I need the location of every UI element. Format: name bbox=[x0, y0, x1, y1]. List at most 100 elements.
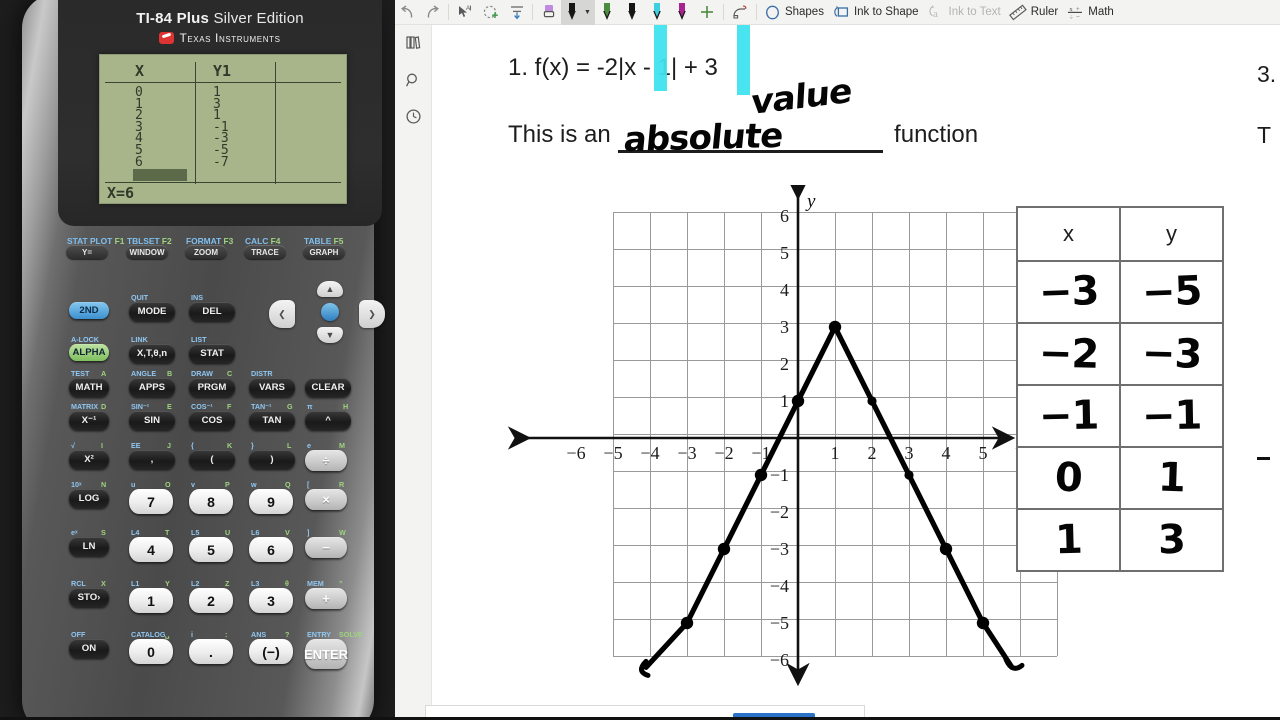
toolbar-redo-button[interactable] bbox=[420, 0, 445, 25]
toolbar-pen-magenta-button[interactable] bbox=[670, 0, 695, 25]
toolbar-undo-button[interactable] bbox=[395, 0, 420, 25]
toolbar-pen-cyan-button[interactable] bbox=[645, 0, 670, 25]
calckey--button: − bbox=[305, 537, 347, 558]
calckey--button: , bbox=[129, 450, 175, 469]
calckey-secondary-label: √ bbox=[71, 441, 75, 450]
toolbar-add-selection-button[interactable] bbox=[478, 0, 504, 25]
calckey-vars-button: VARS bbox=[249, 378, 295, 397]
ink-toolbar: A ▼ Shapes Ink to Shape a Ink to Text Ruler x + ÷… bbox=[395, 0, 1280, 25]
calckey-secondary-label: DRAW bbox=[191, 369, 213, 378]
calculator-dpad: ▲ ❮ ❯ ▼ bbox=[269, 281, 385, 343]
y-tick-label: −5 bbox=[770, 613, 789, 633]
calckey-secondary-label: i bbox=[191, 630, 193, 639]
handwritten-value: −3 bbox=[1141, 330, 1202, 378]
calckey-secondary-label: INS bbox=[191, 293, 203, 302]
pen-icon bbox=[650, 2, 664, 22]
calckey-log-button: LOG bbox=[69, 489, 109, 508]
toolbar-ink-to-shape-button[interactable]: Ink to Shape bbox=[828, 0, 923, 25]
calckey-5-button: 5 bbox=[189, 537, 233, 562]
calckey-alpha-label: SOLVE bbox=[339, 630, 363, 639]
y-tick-label: −1 bbox=[770, 465, 789, 485]
books-icon bbox=[405, 34, 422, 56]
toolbar-add-pen-button[interactable] bbox=[695, 0, 720, 25]
handwritten-value: 1 bbox=[1157, 454, 1186, 502]
toolbar-shapes-button[interactable]: Shapes bbox=[760, 0, 828, 25]
peek-arrow-icon bbox=[1257, 457, 1270, 460]
y-tick-label: −3 bbox=[770, 539, 789, 559]
lcd-x-value: 6 bbox=[135, 154, 143, 170]
sidebar-item-search[interactable] bbox=[399, 68, 428, 97]
y-tick-label: 2 bbox=[780, 354, 789, 374]
calckey-alpha-label: Y bbox=[165, 579, 170, 588]
y-tick-label: 1 bbox=[780, 391, 789, 411]
calckey-alpha-label: C bbox=[227, 369, 233, 378]
calckey--button: (−) bbox=[249, 639, 293, 664]
toolbar-ruler-button[interactable]: Ruler bbox=[1005, 0, 1062, 25]
toolbar-pen-green-button[interactable] bbox=[595, 0, 620, 25]
calckey-secondary-label: COS⁻¹ bbox=[191, 402, 213, 411]
lcd-selection-cursor bbox=[133, 169, 187, 181]
toolbar-eraser-button[interactable] bbox=[727, 0, 753, 25]
table-cell-y: −1 bbox=[1121, 386, 1222, 446]
calckey-secondary-label: CATALOG bbox=[131, 630, 166, 639]
calckey-alpha-label: J bbox=[167, 441, 171, 450]
problem-expression-line: 1. f(x) = -2|x - 1| + 3 bbox=[508, 54, 718, 82]
shapes-icon bbox=[764, 4, 781, 21]
calculator-manufacturer-row: Texas Instruments bbox=[58, 31, 382, 45]
problem-expr-suffix: + 3 bbox=[677, 54, 718, 81]
toolbar-insert-space-button[interactable] bbox=[504, 0, 529, 25]
pen-icon bbox=[600, 2, 614, 22]
toolbar-lasso-select-button[interactable]: A bbox=[452, 0, 478, 25]
highlighter-icon bbox=[541, 3, 557, 21]
x-tick-label: −6 bbox=[566, 443, 585, 463]
calckey-secondary-label: DISTR bbox=[251, 369, 273, 378]
calckey-secondary-label: TEST bbox=[71, 369, 90, 378]
add-selection-icon bbox=[482, 4, 500, 20]
chevron-down-icon[interactable]: ▼ bbox=[584, 9, 591, 16]
calckey-secondary-label: { bbox=[191, 441, 194, 450]
calckey--button: ÷ bbox=[305, 450, 347, 471]
pen-icon bbox=[565, 2, 579, 22]
calckey-enter-button: ENTER bbox=[304, 639, 348, 669]
calckey-alpha-label: : bbox=[225, 630, 228, 639]
notebook-page[interactable]: 1. f(x) = -2|x - 1| + 3 This is an funct… bbox=[432, 25, 1280, 700]
handwritten-answer-value: value bbox=[750, 71, 853, 123]
table-row: 13 bbox=[1018, 510, 1222, 570]
toolbar-ink-to-shape-label: Ink to Shape bbox=[853, 6, 919, 18]
table-cell-y: 3 bbox=[1121, 510, 1222, 570]
calckey-4-button: 4 bbox=[129, 537, 173, 562]
sidebar-item-recent[interactable] bbox=[399, 104, 428, 133]
calckey-del-button: DEL bbox=[189, 302, 235, 321]
table-header-row: x y bbox=[1018, 208, 1222, 262]
toolbar-highlighter-button[interactable] bbox=[536, 0, 561, 25]
lcd-footer-rule bbox=[105, 182, 341, 183]
calckey-secondary-label: RCL bbox=[71, 579, 86, 588]
fkey-trace-button: TRACE bbox=[244, 245, 286, 259]
sidebar-item-notebooks[interactable] bbox=[399, 30, 428, 59]
dpad-left-key: ❮ bbox=[269, 300, 295, 328]
table-cell-y: 1 bbox=[1121, 448, 1222, 508]
data-point bbox=[976, 616, 990, 630]
table-header-y-label: y bbox=[1166, 221, 1177, 246]
handwritten-value: −1 bbox=[1141, 392, 1202, 440]
ink-to-shape-icon bbox=[832, 4, 850, 21]
calckey-0-button: 0 bbox=[129, 639, 173, 664]
calckey-alpha-label: X bbox=[101, 579, 106, 588]
toolbar-pen-black-active-button[interactable]: ▼ bbox=[561, 0, 595, 25]
calckey-sin-button: SIN bbox=[129, 411, 175, 430]
redo-icon bbox=[424, 4, 441, 20]
data-point bbox=[680, 616, 694, 630]
table-cell-x: −2 bbox=[1018, 324, 1121, 384]
table-cell-x: 1 bbox=[1018, 510, 1121, 570]
calckey-prgm-button: PRGM bbox=[189, 378, 235, 397]
toolbar-math-button[interactable]: x + ÷ − Math bbox=[1062, 0, 1118, 25]
calckey-secondary-label: QUIT bbox=[131, 293, 149, 302]
toolbar-pen-black-button[interactable] bbox=[620, 0, 645, 25]
dpad-down-key: ▼ bbox=[317, 327, 343, 343]
lcd-status-line: X=6 bbox=[107, 184, 135, 202]
plus-icon bbox=[699, 4, 715, 20]
lcd-col-divider-1 bbox=[195, 62, 196, 184]
calckey-secondary-label: 10ˣ bbox=[71, 480, 82, 489]
toolbar-separator bbox=[755, 4, 757, 20]
toolbar-math-label: Math bbox=[1088, 6, 1114, 18]
